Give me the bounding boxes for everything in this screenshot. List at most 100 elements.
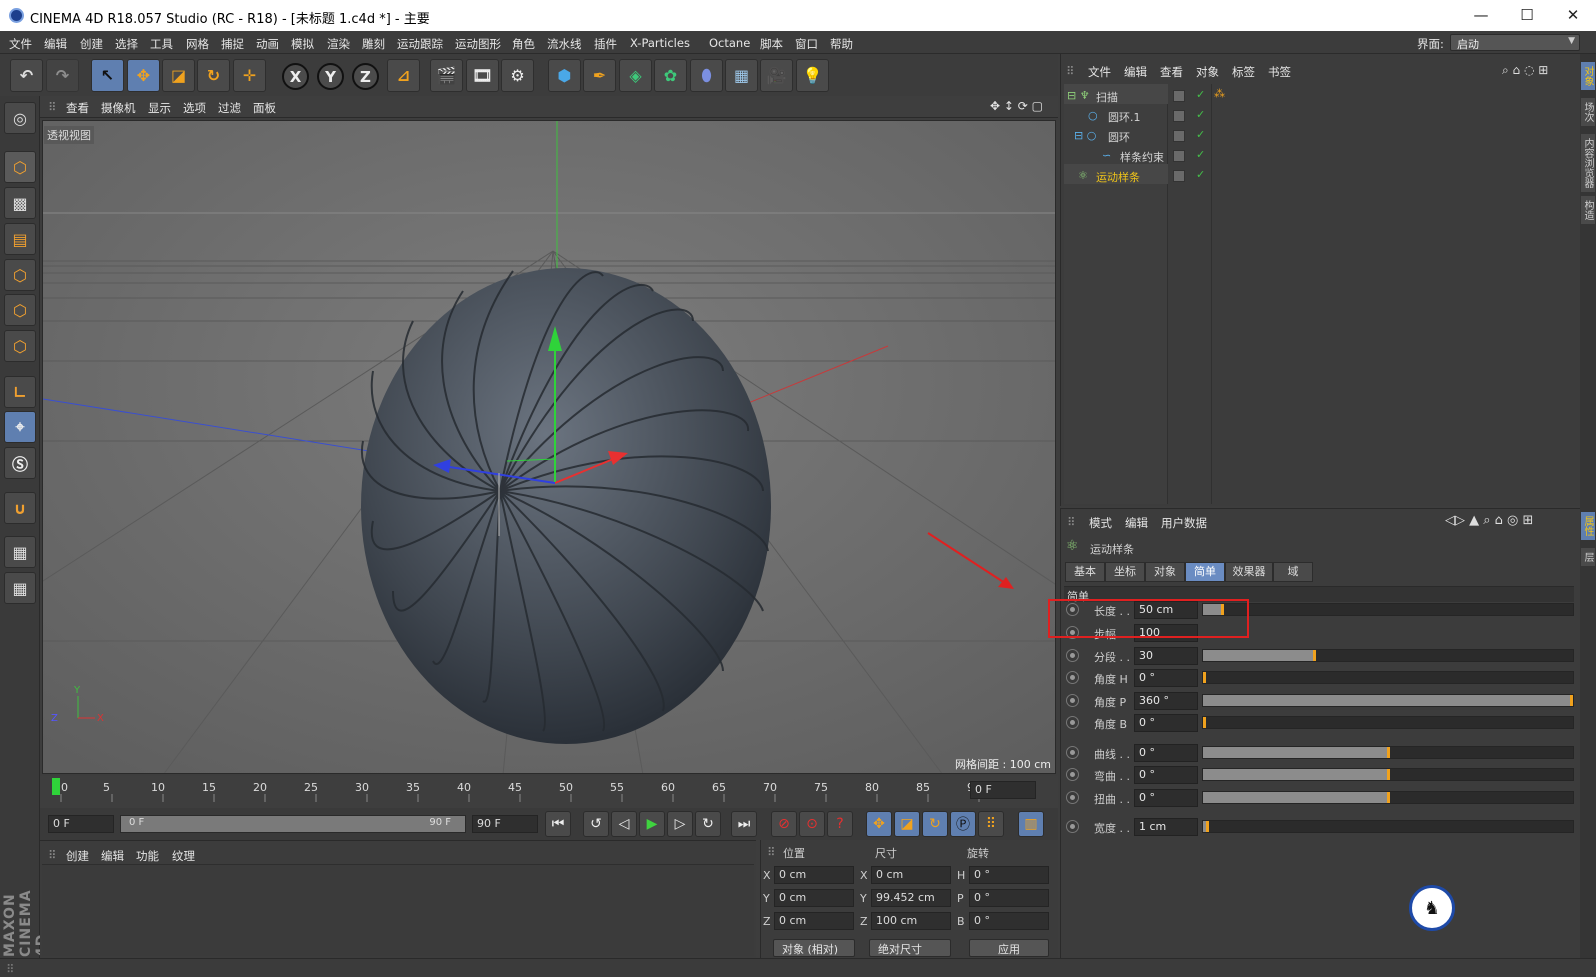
phong-tag-icon[interactable]: ⁂ (1214, 87, 1225, 100)
key-pla-button[interactable]: ⠿ (978, 811, 1004, 837)
object-menu-item[interactable]: 书签 (1268, 64, 1291, 80)
side-tab-objects[interactable]: 对象 (1581, 62, 1595, 90)
perspective-viewport[interactable]: Y X Z (42, 120, 1056, 774)
tab-basic[interactable]: 基本 (1065, 562, 1105, 582)
param-value-field[interactable]: 0 ° (1134, 766, 1198, 784)
animate-radio-icon[interactable] (1066, 746, 1079, 759)
enabled-check-icon[interactable]: ✓ (1196, 88, 1205, 101)
param-value-field[interactable]: 0 ° (1134, 669, 1198, 687)
material-menu-item[interactable]: 纹理 (172, 848, 195, 864)
animate-radio-icon[interactable] (1066, 768, 1079, 781)
pen-spline-button[interactable]: ✒ (583, 59, 616, 92)
z-axis-lock-button[interactable]: Z (352, 63, 379, 90)
menu-item[interactable]: 窗口 (795, 36, 818, 52)
tab-object[interactable]: 对象 (1145, 562, 1185, 582)
point-mode-button[interactable]: ⬡ (4, 259, 36, 291)
object-item-circle[interactable]: 圆环 (1108, 129, 1130, 145)
enabled-check-icon[interactable]: ✓ (1196, 148, 1205, 161)
param-value-field[interactable]: 360 ° (1134, 692, 1198, 710)
key-rotation-button[interactable]: ↻ (922, 811, 948, 837)
enabled-check-icon[interactable]: ✓ (1196, 168, 1205, 181)
apply-button[interactable]: 应用 (969, 939, 1049, 957)
enabled-check-icon[interactable]: ✓ (1196, 128, 1205, 141)
tab-coordinates[interactable]: 坐标 (1105, 562, 1145, 582)
slider-handle[interactable] (1387, 792, 1390, 803)
workplane-align-button[interactable]: ▦ (4, 572, 36, 604)
slider-handle[interactable] (1387, 769, 1390, 780)
param-slider[interactable] (1202, 746, 1574, 759)
rotation-p-field[interactable]: 0 ° (969, 889, 1049, 907)
param-value-field[interactable]: 0 ° (1134, 714, 1198, 732)
enabled-check-icon[interactable]: ✓ (1196, 108, 1205, 121)
live-select-button[interactable]: ↖ (91, 59, 124, 92)
object-manager-tool-icons[interactable]: ⌕ ⌂ ◌ ⊞ (1502, 63, 1548, 78)
object-item-circle1[interactable]: 圆环.1 (1108, 109, 1141, 125)
move-tool-button[interactable]: ✥ (127, 59, 160, 92)
tweak-mode-button[interactable]: ⌖ (4, 411, 36, 443)
coordinate-system-button[interactable]: ⊿ (387, 59, 420, 92)
param-slider[interactable] (1202, 694, 1574, 707)
polygon-mode-button[interactable]: ⬡ (4, 330, 36, 362)
undo-button[interactable]: ↶ (10, 59, 43, 92)
viewport-menu-item[interactable]: 面板 (253, 100, 276, 116)
workplane-lock-button[interactable]: ▦ (4, 536, 36, 568)
material-menu-item[interactable]: 创建 (66, 848, 89, 864)
object-menu-item[interactable]: 对象 (1196, 64, 1219, 80)
y-axis-lock-button[interactable]: Y (317, 63, 344, 90)
material-list-area[interactable] (42, 864, 754, 956)
menu-item[interactable]: 雕刻 (362, 36, 385, 52)
animate-radio-icon[interactable] (1066, 671, 1079, 684)
slider-handle[interactable] (1313, 650, 1316, 661)
keyframe-selection-button[interactable]: ? (827, 811, 853, 837)
deformer-button[interactable]: ⬮ (690, 59, 723, 92)
key-scale-button[interactable]: ◪ (894, 811, 920, 837)
menu-item[interactable]: 捕捉 (221, 36, 244, 52)
model-mode-button[interactable]: ⬡ (4, 151, 36, 183)
size-mode-dropdown[interactable]: 绝对尺寸 (869, 939, 951, 957)
object-item-spline-wrap[interactable]: 样条约束 (1120, 149, 1164, 165)
param-slider[interactable] (1202, 716, 1574, 729)
object-menu-item[interactable]: 查看 (1160, 64, 1183, 80)
position-x-field[interactable]: 0 cm (774, 866, 854, 884)
viewport-menu-item[interactable]: 查看 (66, 100, 89, 116)
size-x-field[interactable]: 0 cm (871, 866, 951, 884)
attribute-manager-tool-icons[interactable]: ◁▷ ▲ ⌕ ⌂ ◎ ⊞ (1445, 513, 1533, 528)
menu-item[interactable]: 渲染 (327, 36, 350, 52)
subdivision-button[interactable]: ◈ (619, 59, 652, 92)
menu-item[interactable]: 流水线 (547, 36, 582, 52)
side-tab-attributes[interactable]: 属性 (1581, 512, 1595, 540)
autokey-button[interactable]: ⊙ (799, 811, 825, 837)
sweep-torus-object[interactable] (360, 268, 771, 744)
layout-dropdown[interactable]: 启动 ▼ (1450, 34, 1580, 51)
recent-tool-button[interactable]: ✛ (233, 59, 266, 92)
object-menu-item[interactable]: 编辑 (1124, 64, 1147, 80)
param-slider[interactable] (1202, 671, 1574, 684)
menu-item[interactable]: 动画 (256, 36, 279, 52)
layer-toggle[interactable] (1173, 150, 1185, 162)
frame-range-slider[interactable]: 0 F 90 F (120, 815, 466, 833)
side-tab-content-browser[interactable]: 内容浏览器 (1581, 134, 1595, 192)
render-view-button[interactable]: 🎬 (430, 59, 463, 92)
render-settings-button[interactable]: ⚙ (501, 59, 534, 92)
attribute-menu-item[interactable]: 编辑 (1125, 515, 1148, 531)
menu-item[interactable]: 网格 (186, 36, 209, 52)
previous-frame-button[interactable]: ◁ (611, 811, 637, 837)
side-tab-takes[interactable]: 场次 (1581, 98, 1595, 126)
timeline-window-button[interactable]: ▥ (1018, 811, 1044, 837)
layer-toggle[interactable] (1173, 130, 1185, 142)
go-to-end-button[interactable]: ⏭ (731, 811, 757, 837)
tab-simple[interactable]: 简单 (1185, 562, 1225, 582)
slider-handle[interactable] (1203, 717, 1206, 728)
animate-radio-icon[interactable] (1066, 791, 1079, 804)
render-picture-viewer-button[interactable]: 🎞 (466, 59, 499, 92)
slider-handle[interactable] (1205, 821, 1209, 832)
viewport-menu-item[interactable]: 过滤 (218, 100, 241, 116)
current-frame-field[interactable]: 0 F (970, 781, 1036, 799)
redo-button[interactable]: ↷ (46, 59, 79, 92)
menu-item[interactable]: 帮助 (830, 36, 853, 52)
tab-fields[interactable]: 域 (1273, 562, 1313, 582)
object-menu-item[interactable]: 文件 (1088, 64, 1111, 80)
key-position-button[interactable]: ✥ (866, 811, 892, 837)
solo-button[interactable]: Ⓢ (4, 447, 36, 479)
next-key-button[interactable]: ↻ (695, 811, 721, 837)
